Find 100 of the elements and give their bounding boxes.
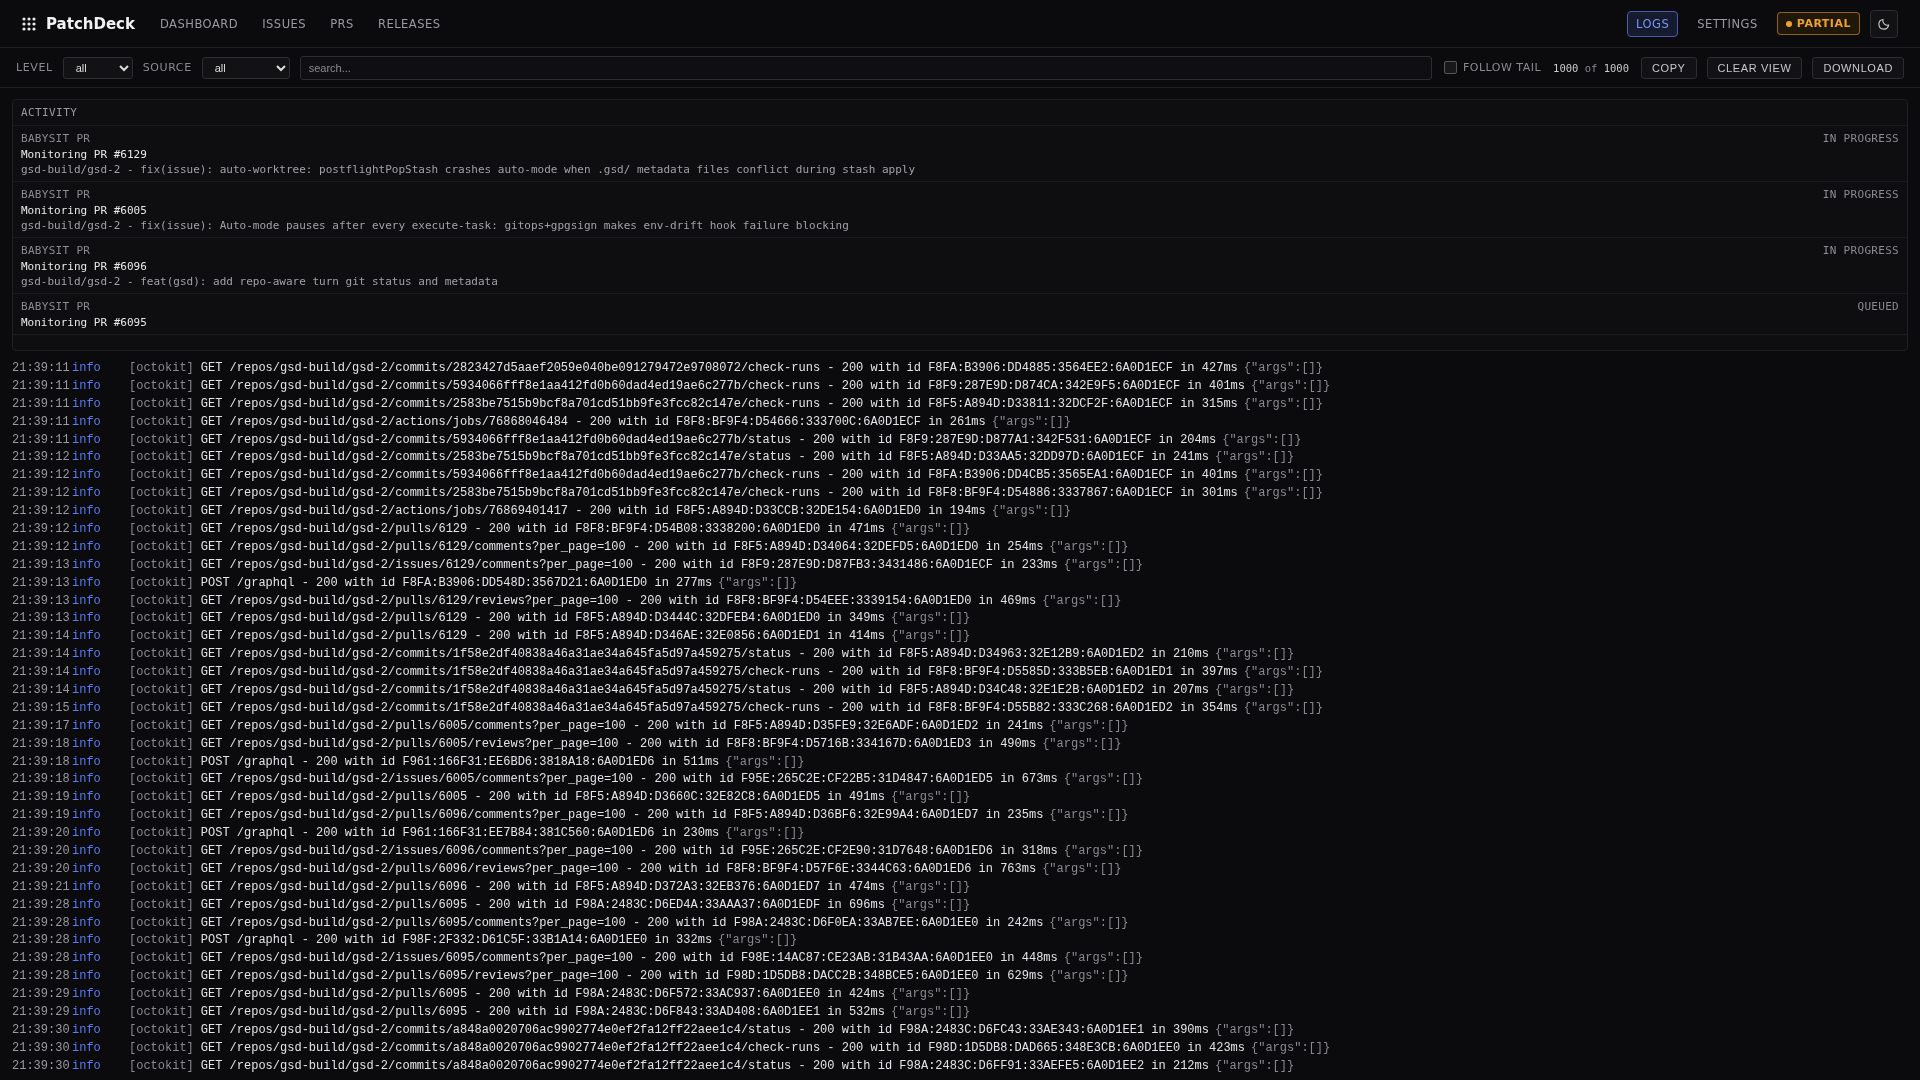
log-message: GET /repos/gsd-build/gsd-2/pulls/6095 - 200 with id F98A:2483C:D6F843:33AD408:6A0D1EE1 in 532ms bbox=[200, 1005, 885, 1019]
source-label: SOURCE bbox=[142, 61, 192, 74]
log-time: 21:39:11 bbox=[12, 360, 71, 375]
log-level: info bbox=[72, 396, 102, 411]
log-source: [octokit] bbox=[129, 504, 194, 519]
log-time: 21:39:21 bbox=[12, 879, 71, 894]
log-message: GET /repos/gsd-build/gsd-2/commits/1f58e2df40838a46a31ae34a645fa5d97a459275/check-runs - 200 with id F8F8:BF9F4:D5585D:333B5EB:6A0D1ED1 in 397ms bbox=[200, 665, 1238, 680]
log-level: info bbox=[72, 736, 102, 751]
log-source: [octokit] bbox=[129, 754, 194, 769]
log-message: GET /repos/gsd-build/gsd-2/issues/6096/comments?per_page=100 - 200 with id F95E:265C2E:CF2E90:31D7648:6A0D1ED6 in 318ms bbox=[200, 844, 1058, 858]
log-time: 21:39:28 bbox=[12, 969, 71, 984]
log-level: info bbox=[72, 486, 102, 501]
log-message: GET /repos/gsd-build/gsd-2/commits/a848a0020706ac9902774e0ef2fa12ff22aee1c4/status - 200 with id F98A:2483C:D6FF91:33AEFE5:6A0D1EE2 in 212ms bbox=[200, 1058, 1209, 1073]
log-level: info bbox=[72, 575, 102, 590]
activity-title-text: Monitoring PR #6095 bbox=[21, 316, 148, 329]
activity-status: IN PROGRESS bbox=[1822, 244, 1899, 257]
log-time: 21:39:29 bbox=[12, 1005, 71, 1019]
log-message: GET /repos/gsd-build/gsd-2/pulls/6129 - 200 with id F8F5:A894D:D346AE:32E0856:6A0D1ED1 in 414ms bbox=[200, 629, 885, 644]
log-source: [octokit] bbox=[129, 879, 194, 894]
log-source: [octokit] bbox=[129, 521, 194, 536]
log-level: info bbox=[72, 611, 102, 626]
log-level: info bbox=[72, 593, 102, 608]
log-source: [octokit] bbox=[129, 611, 194, 626]
log-message: GET /repos/gsd-build/gsd-2/commits/2823427d5aaef2059e040be091279472e9708072/check-runs - 200 with id F8FA:B3906:DD4885:3564EE2:6A0D1ECF in 427ms bbox=[200, 360, 1238, 375]
log-args: {"args":[]} bbox=[1215, 1022, 1295, 1037]
toolbar-button[interactable]: CLEAR VIEW bbox=[1706, 56, 1803, 79]
log-level: info bbox=[72, 629, 102, 644]
nav-link[interactable]: LOGS bbox=[1626, 10, 1679, 37]
log-message: GET /repos/gsd-build/gsd-2/pulls/6095 - 200 with id F98A:2483C:D6F572:33AC937:6A0D1EE0 in 424ms bbox=[200, 987, 885, 1002]
log-time: 21:39:30 bbox=[12, 1058, 71, 1073]
log-message: GET /repos/gsd-build/gsd-2/pulls/6005 - 200 with id F8F5:A894D:D3660C:32E82C8:6A0D1ED5 in 491ms bbox=[200, 790, 885, 805]
log-message: POST /graphql - 200 with id F961:166F31:EE7B84:381C560:6A0D1ED6 in 230ms bbox=[200, 826, 720, 841]
log-time: 21:39:13 bbox=[12, 593, 71, 608]
follow-tail-checkbox[interactable] bbox=[1443, 61, 1457, 74]
log-level: info bbox=[72, 1058, 102, 1073]
log-source: [octokit] bbox=[129, 790, 194, 805]
log-level: info bbox=[72, 432, 102, 447]
log-args: {"args":[]} bbox=[1243, 665, 1323, 680]
log-args: {"args":[]} bbox=[1251, 1040, 1331, 1055]
nav-link[interactable]: ISSUES bbox=[261, 10, 308, 37]
log-time: 21:39:14 bbox=[12, 682, 71, 697]
log-message: GET /repos/gsd-build/gsd-2/pulls/6005/reviews?per_page=100 - 200 with id F8F8:BF9F4:D5716B:334167D:6A0D1ED3 in 490ms bbox=[200, 736, 1037, 751]
log-args: {"args":[]} bbox=[991, 414, 1071, 429]
nav-link[interactable]: PRS bbox=[329, 10, 355, 37]
log-time: 21:39:18 bbox=[12, 754, 71, 769]
log-message: GET /repos/gsd-build/gsd-2/pulls/6095/reviews?per_page=100 - 200 with id F98D:1D5DB8:DACC2B:348BCE5:6A0D1EE0 in 629ms bbox=[200, 969, 1044, 984]
log-message: GET /repos/gsd-build/gsd-2/actions/jobs/76868046484 - 200 with id F8F8:BF9F4:D54666:333700C:6A0D1ECF in 261ms bbox=[200, 414, 986, 429]
source-select[interactable]: all bbox=[201, 56, 290, 79]
log-source: [octokit] bbox=[129, 647, 194, 662]
log-level: info bbox=[72, 468, 102, 483]
log-message: GET /repos/gsd-build/gsd-2/issues/6129/comments?per_page=100 - 200 with id F8F9:287E9D:D87FB3:3431486:6A0D1ECF in 233ms bbox=[200, 557, 1058, 572]
log-time: 21:39:14 bbox=[12, 629, 71, 644]
log-args: {"args":[]} bbox=[1215, 647, 1295, 662]
log-message: GET /repos/gsd-build/gsd-2/commits/5934066fff8e1aa412fd0b60dad4ed19ae6c277b/check-runs - 200 with id F8F9:287E9D:D874CA:342E9F5:6A0D1ECF in 401ms bbox=[200, 378, 1245, 393]
log-time: 21:39:12 bbox=[12, 521, 71, 536]
log-time: 21:39:28 bbox=[12, 951, 71, 966]
toolbar-button[interactable]: DOWNLOAD bbox=[1812, 56, 1904, 79]
level-select[interactable]: all bbox=[62, 56, 133, 79]
log-args: {"args":[]} bbox=[890, 790, 971, 805]
log-message: GET /repos/gsd-build/gsd-2/commits/1f58e2df40838a46a31ae34a645fa5d97a459275/status - 200 with id F8F5:A894D:D34963:32E12B9:6A0D1ED2 in 210ms bbox=[200, 647, 1209, 662]
log-time: 21:39:19 bbox=[12, 790, 71, 805]
nav-link[interactable]: DASHBOARD bbox=[158, 10, 240, 37]
log-source: [octokit] bbox=[129, 486, 194, 501]
log-source: [octokit] bbox=[129, 915, 194, 930]
log-message: GET /repos/gsd-build/gsd-2/commits/2583be7515b9bcf8a701cd51bb9fe3fcc82c147e/check-runs - 200 with id F8F8:BF9F4:D54886:3337867:6A0D1ECF in 301ms bbox=[200, 486, 1238, 501]
log-args: {"args":[]} bbox=[1042, 593, 1122, 608]
log-time: 21:39:30 bbox=[12, 1022, 71, 1037]
activity-status: IN PROGRESS bbox=[1822, 188, 1899, 201]
log-level: info bbox=[72, 969, 102, 984]
log-message: GET /repos/gsd-build/gsd-2/pulls/6005/comments?per_page=100 - 200 with id F8F5:A894D:D35FE9:32E6ADF:6A0D1ED2 in 241ms bbox=[200, 718, 1044, 733]
search-field[interactable]: search... bbox=[299, 55, 1432, 80]
log-level: info bbox=[72, 772, 102, 787]
log-level: info bbox=[72, 718, 102, 733]
activity-kind: BABYSIT PR bbox=[21, 300, 91, 313]
log-message: GET /repos/gsd-build/gsd-2/pulls/6129 - 200 with id F8F5:A894D:D3444C:32DFEB4:6A0D1ED0 in 349ms bbox=[200, 611, 885, 626]
theme-toggle-button[interactable] bbox=[1870, 9, 1898, 38]
log-args: {"args":[]} bbox=[890, 879, 971, 894]
log-time: 21:39:28 bbox=[12, 915, 71, 930]
log-args: {"args":[]} bbox=[725, 826, 805, 841]
log-source: [octokit] bbox=[129, 700, 194, 715]
log-level: info bbox=[72, 987, 102, 1002]
toolbar-button[interactable]: COPY bbox=[1640, 56, 1697, 79]
log-level: info bbox=[72, 933, 102, 948]
log-message: GET /repos/gsd-build/gsd-2/commits/5934066fff8e1aa412fd0b60dad4ed19ae6c277b/status - 200 with id F8F9:287E9D:D877A1:342F531:6A0D1ECF in 204ms bbox=[200, 432, 1217, 447]
log-args: {"args":[]} bbox=[1063, 844, 1143, 858]
log-source: [octokit] bbox=[129, 629, 194, 644]
log-message: GET /repos/gsd-build/gsd-2/actions/jobs/76869401417 - 200 with id F8F5:A894D:D33CCB:32DE154:6A0D1ED0 in 194ms bbox=[200, 504, 986, 519]
follow-tail-toggle[interactable]: FOLLOW TAIL bbox=[1443, 61, 1542, 74]
log-source: [octokit] bbox=[129, 861, 194, 876]
activity-status: QUEUED bbox=[1857, 300, 1899, 313]
activity-detail: gsd-build/gsd-2 - fix(issue): Auto-mode pauses after every execute-task: gitops+gpgsign makes env-drift hook failure blocking bbox=[21, 219, 850, 232]
log-source: [octokit] bbox=[129, 772, 194, 787]
log-message: GET /repos/gsd-build/gsd-2/pulls/6096/comments?per_page=100 - 200 with id F8F5:A894D:D36BF6:32E99A4:6A0D1ED7 in 235ms bbox=[200, 808, 1044, 823]
nav-link[interactable]: SETTINGS bbox=[1688, 10, 1767, 37]
activity-kind: BABYSIT PR bbox=[21, 244, 91, 257]
log-level: info bbox=[72, 504, 102, 519]
nav-link[interactable]: RELEASES bbox=[376, 10, 442, 37]
log-time: 21:39:12 bbox=[12, 450, 71, 465]
log-args: {"args":[]} bbox=[1063, 951, 1143, 966]
log-source: [octokit] bbox=[129, 844, 194, 858]
